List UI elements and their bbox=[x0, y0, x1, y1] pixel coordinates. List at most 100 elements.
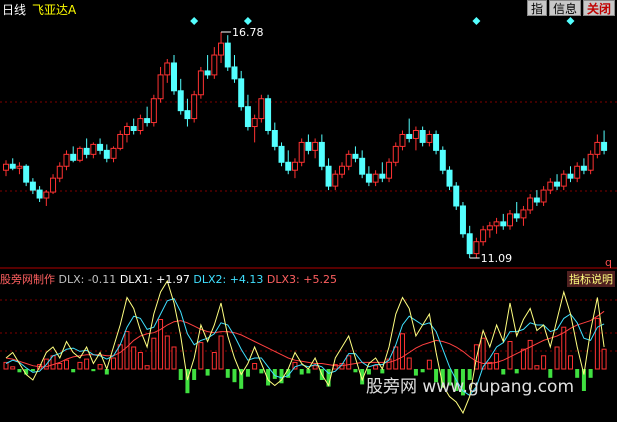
candle-body bbox=[16, 165, 23, 169]
stock-name: 飞亚达A bbox=[32, 3, 77, 17]
indicator-help-button[interactable]: 指标说明 bbox=[567, 271, 615, 287]
dlx-bar bbox=[245, 369, 250, 377]
candle-body bbox=[9, 163, 16, 169]
candle-body bbox=[291, 161, 298, 171]
dlx-bar bbox=[520, 348, 526, 370]
dlx-bar bbox=[178, 369, 183, 380]
candle-body bbox=[486, 225, 493, 231]
candle-body bbox=[197, 70, 204, 96]
candle-body bbox=[446, 169, 453, 187]
candle-body bbox=[238, 78, 245, 108]
dlx-bar bbox=[588, 369, 593, 378]
diamond-marker bbox=[243, 17, 252, 25]
candle-body bbox=[392, 145, 399, 163]
candle-body bbox=[177, 90, 184, 112]
candle-body bbox=[594, 141, 601, 155]
candle-body bbox=[23, 165, 30, 183]
dlx3-value: DLX3: +5.25 bbox=[266, 273, 337, 286]
dlx-bar bbox=[17, 369, 22, 373]
candle-body bbox=[231, 66, 238, 80]
candle-body bbox=[244, 106, 251, 128]
info-button[interactable]: 信息 bbox=[548, 0, 581, 16]
close-button[interactable]: 关闭 bbox=[582, 0, 615, 16]
candle-body bbox=[325, 165, 332, 187]
candle-body bbox=[473, 241, 480, 255]
candle-body bbox=[184, 110, 191, 120]
candle-body bbox=[379, 173, 386, 179]
dlx-value: DLX: -0.11 bbox=[58, 273, 117, 286]
dlx-bar bbox=[171, 346, 177, 370]
dlx-bar bbox=[601, 348, 607, 370]
candle-body bbox=[386, 161, 393, 179]
candle-body bbox=[103, 149, 110, 159]
dlx-bar bbox=[299, 369, 304, 375]
candle-body bbox=[117, 133, 124, 149]
indicator-name: 股旁网制作 bbox=[0, 273, 55, 286]
dlx1-value: DLX1: +1.97 bbox=[119, 273, 190, 286]
candle-body bbox=[433, 133, 440, 151]
candle-body bbox=[211, 54, 218, 76]
candle-body bbox=[587, 153, 594, 171]
candle-body bbox=[419, 130, 426, 143]
dlx-bar bbox=[373, 365, 379, 370]
candle-body bbox=[56, 165, 63, 179]
candle-body bbox=[305, 141, 312, 151]
candle-body bbox=[285, 161, 292, 171]
dlx-bar bbox=[534, 365, 540, 370]
chart-canvas: 16.78 11.09 bbox=[0, 17, 617, 415]
candle-body bbox=[426, 133, 433, 143]
candle-body bbox=[439, 149, 446, 171]
dlx-bar bbox=[198, 342, 204, 370]
dlx-bar bbox=[144, 365, 150, 370]
candle-body bbox=[204, 70, 211, 76]
candle-body bbox=[191, 94, 198, 120]
dlx-bar bbox=[137, 352, 143, 370]
candle-body bbox=[466, 233, 473, 255]
indicator-button[interactable]: 指 bbox=[526, 0, 547, 16]
candle-body bbox=[412, 130, 419, 139]
candle-body bbox=[372, 173, 379, 183]
candle-body bbox=[43, 191, 50, 199]
dlx-bar bbox=[205, 369, 210, 376]
stock-chart-window: 16.78 11.09 日线 飞亚达A 指 信息 关闭 q 股旁网制作 DLX: -… bbox=[0, 0, 617, 422]
window-toolbar: 指 信息 关闭 bbox=[526, 0, 615, 16]
candle-body bbox=[150, 98, 157, 124]
candle-body bbox=[540, 189, 547, 203]
dlx-bar bbox=[117, 344, 123, 370]
candle-body bbox=[3, 163, 9, 171]
candle-body bbox=[318, 141, 325, 167]
dlx-bar bbox=[346, 355, 352, 370]
dlx-bar bbox=[259, 369, 264, 374]
dlx-bar bbox=[71, 369, 76, 373]
dlx-bar bbox=[306, 369, 311, 374]
indicator-legend: 股旁网制作 DLX: -0.11 DLX1: +1.97 DLX2: +4.13… bbox=[0, 271, 337, 287]
dlx-bar bbox=[507, 341, 513, 370]
candle-body bbox=[63, 153, 70, 167]
dlx-bar bbox=[399, 333, 405, 370]
candle-body bbox=[157, 74, 164, 100]
dlx-bar bbox=[10, 366, 16, 370]
q-marker[interactable]: q bbox=[605, 256, 612, 269]
candle-body bbox=[164, 62, 171, 76]
candle-body bbox=[359, 157, 366, 175]
candle-body bbox=[493, 221, 500, 227]
dlx2-value: DLX2: +4.13 bbox=[193, 273, 264, 286]
dlx-bar bbox=[164, 335, 170, 370]
candle-body bbox=[123, 126, 130, 135]
candle-body bbox=[298, 141, 305, 163]
price-annotations: 16.78 11.09 bbox=[221, 26, 512, 265]
candle-body bbox=[278, 145, 285, 163]
candle-body bbox=[97, 143, 104, 151]
dlx-bar bbox=[575, 369, 580, 378]
candle-body bbox=[527, 197, 534, 211]
candle-body bbox=[560, 173, 567, 187]
dlx-bar bbox=[57, 363, 63, 370]
candle-body bbox=[83, 147, 90, 155]
dlx-bar bbox=[63, 359, 69, 370]
dlx-bar bbox=[218, 335, 224, 370]
dlx3-line bbox=[5, 310, 605, 368]
candle-body bbox=[345, 153, 352, 167]
candle-body bbox=[339, 165, 345, 175]
candle-body bbox=[332, 173, 339, 187]
dlx-bar bbox=[393, 346, 399, 370]
